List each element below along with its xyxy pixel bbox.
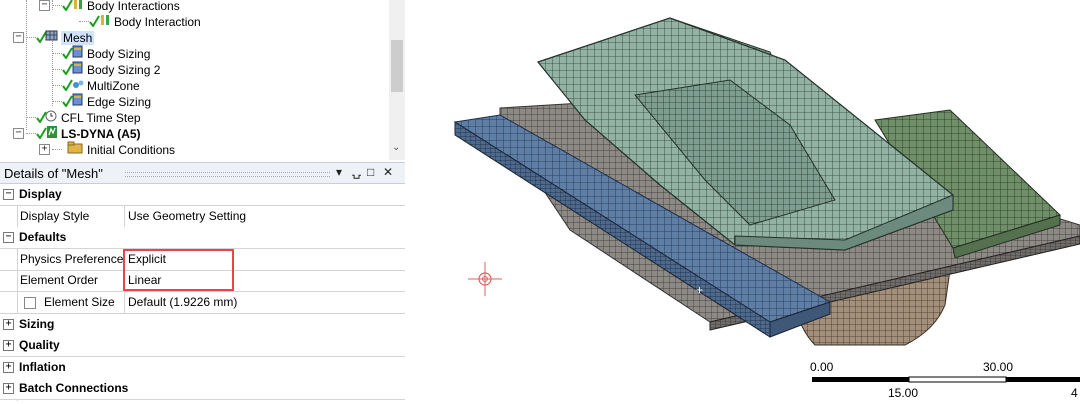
tree-connector: [79, 21, 89, 22]
scale-label-15: 15.00: [888, 386, 919, 400]
tree-connector: [26, 37, 36, 38]
mesh-icon: [36, 29, 58, 47]
category-label: Inflation: [19, 359, 66, 374]
initial-conditions-icon: [62, 141, 84, 159]
property-name: Display Style: [17, 205, 126, 227]
tree-connector: [52, 69, 62, 70]
tree-item[interactable]: Body Sizing: [62, 45, 150, 61]
expand-icon[interactable]: +: [3, 340, 14, 352]
tree-connector: [26, 133, 36, 134]
category-label: Sizing: [19, 316, 55, 331]
property-name: Element Order: [17, 270, 126, 292]
header-grip: [125, 172, 330, 177]
collapse-icon[interactable]: −: [39, 0, 50, 11]
tree-item-label: Initial Conditions: [87, 143, 176, 157]
tree-item-label: CFL Time Step: [61, 111, 141, 125]
property-name: Physics Preference: [17, 248, 126, 270]
scale-label-45: 4: [1071, 386, 1078, 400]
property-label: Element Size: [44, 295, 115, 309]
pin-icon[interactable]: ⍽: [352, 165, 361, 179]
property-value[interactable]: Use Geometry Setting: [124, 205, 409, 227]
graphics-viewport[interactable]: + 0.00 30.00 15.00 4: [405, 0, 1080, 401]
tree-item-label: Mesh: [61, 31, 95, 45]
tree-connector: [52, 0, 53, 10]
details-header: Details of "Mesh" ▾ ⍽ □ ✕: [0, 162, 405, 184]
category-label: Batch Connections: [19, 381, 129, 396]
category-label: Display: [19, 187, 62, 201]
outline-tree: − Body Interactions Body Interaction − Mesh B…: [0, 0, 405, 160]
scrollbar-thumb[interactable]: [391, 40, 403, 92]
tree-connector: [52, 40, 53, 106]
tree-connector: [52, 149, 62, 150]
tree-connector: [52, 101, 62, 102]
collapse-icon[interactable]: −: [13, 128, 24, 139]
category-label: Defaults: [19, 230, 67, 245]
origin-marker-icon: [468, 262, 502, 296]
scale-label-30: 30.00: [983, 360, 1014, 374]
tree-item[interactable]: CFL Time Step: [36, 109, 141, 125]
left-panel: − Body Interactions Body Interaction − Mesh B…: [0, 0, 405, 401]
tree-item-label: Body Sizing 2: [87, 63, 161, 77]
tree-scrollbar[interactable]: ⌄: [389, 0, 405, 160]
collapse-icon[interactable]: −: [13, 32, 24, 43]
cursor-cross: +: [696, 283, 703, 297]
dropdown-icon[interactable]: ▾: [336, 165, 342, 179]
scale-bar: [812, 376, 1080, 383]
expand-icon[interactable]: +: [39, 144, 50, 155]
tree-item-label: LS-DYNA (A5): [61, 127, 141, 141]
details-category[interactable]: + Quality: [0, 335, 405, 358]
collapse-icon[interactable]: −: [3, 232, 14, 244]
details-category[interactable]: + Inflation: [0, 356, 405, 379]
tree-connector: [26, 117, 36, 118]
details-category[interactable]: − Display: [0, 184, 405, 206]
details-title: Details of "Mesh": [4, 166, 103, 181]
scroll-down-icon[interactable]: ⌄: [392, 142, 400, 153]
tree-item-label: Body Interactions: [87, 0, 180, 13]
details-row[interactable]: Display Style Use Geometry Setting: [0, 205, 405, 228]
tree-item[interactable]: Body Sizing 2: [62, 61, 160, 77]
property-name: Element Size: [17, 292, 126, 313]
details-category[interactable]: + Sizing: [0, 313, 405, 336]
tree-item-label: MultiZone: [87, 79, 140, 93]
property-label: Physics Preference: [20, 251, 124, 266]
details-category[interactable]: + Batch Connections: [0, 378, 405, 401]
tree-item[interactable]: + Initial Conditions: [39, 141, 176, 159]
property-value[interactable]: Default (1.9226 mm): [124, 292, 409, 313]
tree-item[interactable]: − Body Interactions: [39, 0, 180, 15]
tree-connector: [26, 0, 27, 130]
parameter-checkbox[interactable]: [24, 296, 36, 309]
details-category[interactable]: − Defaults: [0, 227, 405, 250]
tree-connector: [52, 53, 62, 54]
close-icon[interactable]: ✕: [383, 165, 393, 179]
tree-item[interactable]: MultiZone: [62, 77, 140, 93]
ls-dyna-icon: [36, 125, 58, 143]
category-label: Quality: [19, 338, 60, 353]
collapse-icon[interactable]: −: [3, 189, 14, 200]
highlight-box: [123, 249, 234, 291]
tree-item[interactable]: Edge Sizing: [62, 93, 151, 109]
expand-icon[interactable]: +: [3, 383, 14, 395]
tree-item[interactable]: − Mesh: [13, 29, 95, 47]
details-row[interactable]: Element Size Default (1.9226 mm): [0, 292, 405, 314]
tree-item-label: Edge Sizing: [87, 95, 152, 109]
expand-icon[interactable]: +: [3, 318, 14, 330]
tree-connector: [52, 85, 62, 86]
tree-item[interactable]: Body Interaction: [89, 13, 201, 29]
tree-item-label: Body Sizing: [87, 47, 151, 61]
property-label: Element Order: [20, 273, 99, 288]
property-label: Display Style: [20, 208, 90, 223]
tree-connector: [52, 5, 62, 6]
body-interactions-icon: [62, 0, 84, 15]
scale-label-0: 0.00: [810, 360, 834, 374]
mesh-model[interactable]: +: [405, 0, 1080, 401]
tree-item-label: Body Interaction: [114, 15, 201, 29]
restore-icon[interactable]: □: [367, 165, 374, 179]
expand-icon[interactable]: +: [3, 361, 14, 373]
tree-item[interactable]: − LS-DYNA (A5): [13, 125, 141, 143]
